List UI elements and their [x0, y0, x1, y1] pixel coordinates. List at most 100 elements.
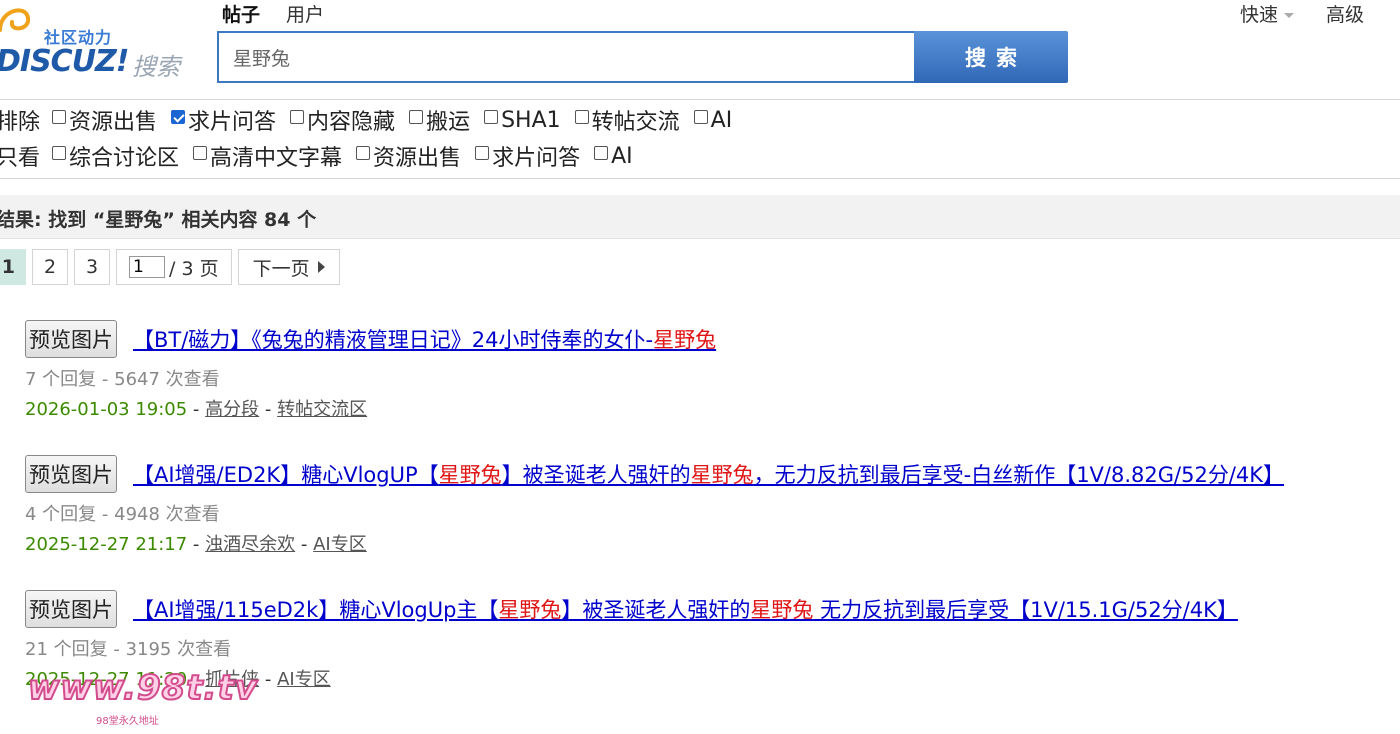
only-filter-resource-sale[interactable]: 资源出售	[356, 140, 461, 172]
exclude-filter-hidden-content[interactable]: 内容隐藏	[290, 104, 395, 136]
result-author-link[interactable]: 高分段	[205, 399, 259, 420]
result-date: 2026-01-03 19:05	[25, 399, 188, 420]
next-page-label: 下一页	[252, 257, 310, 280]
title-text: 【AI增强/115eD2k】糖心VlogUp主【	[133, 598, 499, 622]
filter-label: 资源出售	[373, 146, 462, 171]
page-jump: / 3 页	[116, 249, 232, 285]
result-info: 2026-01-03 19:05 - 高分段 - 转帖交流区	[25, 399, 368, 420]
logo-search-word: 搜索	[132, 53, 180, 81]
result-stats: 21 个回复 - 3195 次查看	[25, 639, 232, 660]
title-keyword-highlight: 星野兔	[653, 328, 717, 352]
filter-label: AI	[710, 107, 733, 133]
logo-wordmark: DISCUZ!	[0, 44, 129, 79]
checkbox[interactable]	[193, 146, 208, 160]
filter-label: AI	[611, 143, 633, 169]
only-filter-request-qa[interactable]: 求片问答	[475, 140, 580, 172]
only-filter-row: 只看 综合讨论区 高清中文字幕 资源出售 求片问答 AI	[0, 140, 647, 172]
filter-label: 转帖交流	[591, 110, 680, 135]
checkbox[interactable]	[574, 110, 589, 124]
result-title-line: 预览图片 【AI增强/115eD2k】糖心VlogUp主【星野兔】被圣诞老人强奸…	[25, 589, 1400, 629]
exclude-filter-ai[interactable]: AI	[693, 107, 733, 133]
only-filter-general[interactable]: 综合讨论区	[52, 140, 179, 172]
summary-prefix: 结果: 找到 “	[0, 209, 106, 231]
site-watermark: www.98t.tv	[27, 667, 258, 709]
page-link-3[interactable]: 3	[74, 249, 110, 285]
checkbox[interactable]	[290, 110, 305, 124]
search-box	[217, 31, 915, 83]
preview-image-button[interactable]: 预览图片	[25, 455, 117, 493]
result-title-link[interactable]: 【AI增强/115eD2k】糖心VlogUp主【星野兔】被圣诞老人强奸的星野兔 …	[133, 594, 1238, 624]
exclude-label: 排除	[0, 110, 41, 135]
checkbox[interactable]	[594, 146, 609, 160]
results-summary-bar: 结果: 找到 “星野兔” 相关内容 84 个	[0, 195, 1400, 239]
tab-users[interactable]: 用户	[286, 0, 324, 26]
page-link-2[interactable]: 2	[32, 249, 68, 285]
logo-swirl-icon	[0, 8, 31, 32]
filter-divider	[0, 178, 1400, 179]
result-forum-link[interactable]: 转帖交流区	[277, 399, 367, 420]
exclude-filter-resource-sale[interactable]: 资源出售	[52, 104, 157, 136]
checkbox[interactable]	[409, 110, 424, 124]
checkbox-checked[interactable]	[171, 110, 186, 124]
tab-posts[interactable]: 帖子	[222, 0, 260, 26]
result-date: 2025-12-27 21:17	[25, 534, 188, 555]
filter-label: 搬运	[426, 110, 471, 135]
checkbox[interactable]	[475, 146, 490, 160]
quick-links: 快速 高级	[1240, 0, 1364, 27]
result-author-link[interactable]: 浊酒尽余欢	[205, 534, 295, 555]
pagination: 1 2 3 / 3 页 下一页	[0, 249, 340, 287]
preview-image-button[interactable]: 预览图片	[25, 320, 117, 358]
result-stats: 4 个回复 - 4948 次查看	[25, 504, 220, 525]
title-keyword-highlight: 星野兔	[438, 463, 502, 487]
title-text: ，无力反抗到最后享受-白丝新作【1V/8.82G/52分/4K】	[753, 463, 1285, 487]
only-filter-hd-chinese-subs[interactable]: 高清中文字幕	[193, 140, 342, 172]
title-text: 】被圣诞老人强奸的	[561, 598, 751, 622]
result-stats: 7 个回复 - 5647 次查看	[25, 369, 220, 390]
header-divider	[0, 99, 1400, 100]
triangle-right-icon	[317, 261, 325, 273]
chevron-down-icon	[1283, 13, 1294, 18]
checkbox[interactable]	[693, 110, 708, 124]
title-text: 【BT/磁力】《兔兔的精液管理日记》24小时侍奉的女仆-	[133, 328, 654, 352]
preview-image-button[interactable]: 预览图片	[25, 590, 117, 628]
exclude-filter-request-qa[interactable]: 求片问答	[171, 104, 276, 136]
title-text: 】被圣诞老人强奸的	[501, 463, 691, 487]
quick-search-dropdown[interactable]: 快速	[1240, 0, 1294, 27]
page-current: 1	[0, 249, 26, 285]
site-watermark-subtitle: 98堂永久地址	[96, 716, 159, 727]
title-text: 无力反抗到最后享受【1V/15.1G/52分/4K】	[813, 598, 1238, 622]
search-scope-tabs: 帖子 用户	[222, 0, 324, 26]
result-item: 预览图片 【BT/磁力】《兔兔的精液管理日记》24小时侍奉的女仆-星野兔 7 个…	[25, 319, 1400, 420]
result-item: 预览图片 【AI增强/ED2K】糖心VlogUP【星野兔】被圣诞老人强奸的星野兔…	[25, 454, 1400, 555]
exclude-filter-sha1[interactable]: SHA1	[484, 108, 561, 133]
result-title-link[interactable]: 【BT/磁力】《兔兔的精液管理日记》24小时侍奉的女仆-星野兔	[133, 324, 716, 354]
result-title-line: 预览图片 【AI增强/ED2K】糖心VlogUP【星野兔】被圣诞老人强奸的星野兔…	[25, 454, 1400, 494]
only-label: 只看	[0, 146, 41, 171]
exclude-filter-repost-exchange[interactable]: 转帖交流	[574, 104, 680, 136]
filter-label: 求片问答	[188, 110, 277, 135]
title-keyword-highlight: 星野兔	[690, 463, 754, 487]
checkbox[interactable]	[356, 146, 371, 160]
filter-label: 综合讨论区	[69, 146, 180, 171]
result-forum-link[interactable]: AI专区	[277, 669, 331, 690]
filter-label: 求片问答	[492, 146, 581, 171]
search-input[interactable]	[219, 33, 915, 81]
search-button[interactable]: 搜索	[914, 31, 1068, 83]
result-title-link[interactable]: 【AI增强/ED2K】糖心VlogUP【星野兔】被圣诞老人强奸的星野兔，无力反抗…	[133, 459, 1284, 489]
checkbox[interactable]	[52, 110, 67, 124]
result-forum-link[interactable]: AI专区	[313, 534, 367, 555]
advanced-search-link[interactable]: 高级	[1326, 0, 1364, 27]
exclude-filter-row: 排除 资源出售 求片问答 内容隐藏 搬运 SHA1 转帖交流 AI	[0, 104, 746, 136]
exclude-filter-repost[interactable]: 搬运	[409, 104, 470, 136]
checkbox[interactable]	[52, 146, 67, 160]
page-jump-input[interactable]	[129, 256, 165, 278]
quick-search-label: 快速	[1239, 4, 1278, 26]
result-title-line: 预览图片 【BT/磁力】《兔兔的精液管理日记》24小时侍奉的女仆-星野兔	[25, 319, 1400, 359]
title-text: 【AI增强/ED2K】糖心VlogUP【	[133, 463, 439, 487]
filter-label: 高清中文字幕	[210, 146, 343, 171]
next-page-button[interactable]: 下一页	[237, 249, 340, 285]
filter-label: 资源出售	[69, 110, 158, 135]
only-filter-ai[interactable]: AI	[594, 144, 633, 169]
checkbox[interactable]	[484, 110, 499, 124]
site-logo[interactable]: 社区动力 DISCUZ! 搜索	[0, 0, 196, 90]
